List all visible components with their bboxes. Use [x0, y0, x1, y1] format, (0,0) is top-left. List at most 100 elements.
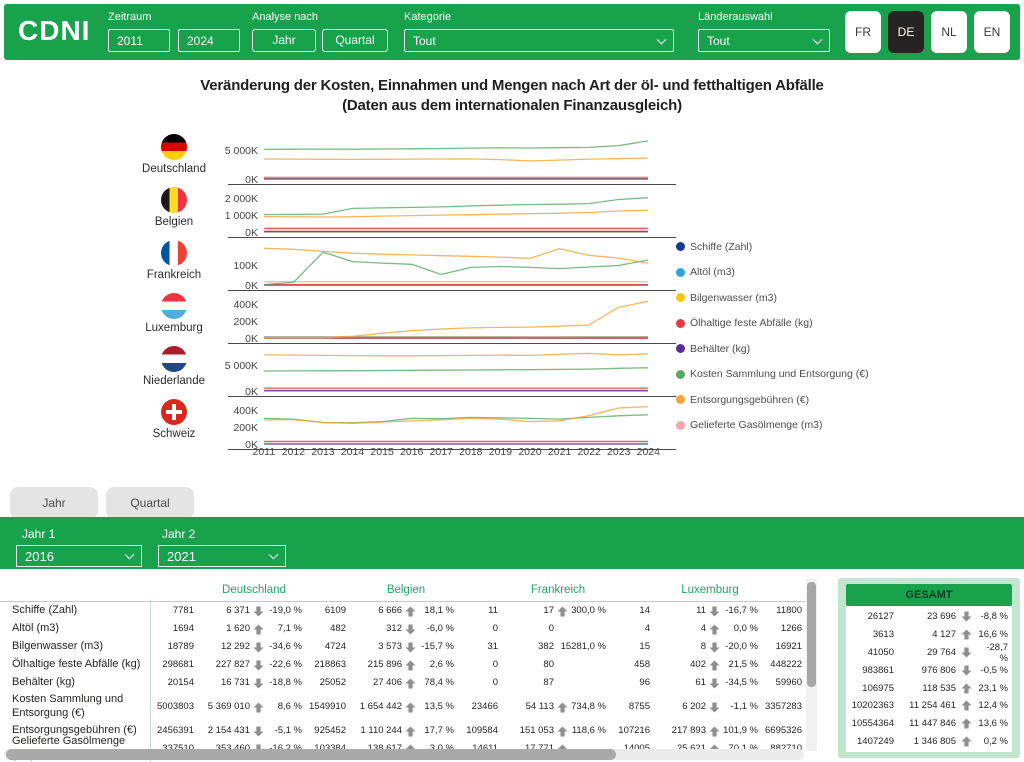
- value-2016: 31: [454, 641, 498, 653]
- jahr1-select[interactable]: 2016: [16, 545, 142, 567]
- gesamt-value-2021: 23 696: [894, 611, 956, 622]
- vertical-scrollbar-thumb[interactable]: [807, 582, 816, 687]
- chart-row-nl: Niederlande5 000K0K: [0, 344, 1024, 397]
- percent-change: 8,6 %: [266, 701, 302, 713]
- y-tick-label: 5 000K: [196, 145, 258, 157]
- jahr2-value: 2021: [167, 549, 196, 564]
- legend-dot-icon: [676, 242, 685, 251]
- trend-up-arrow-icon: [405, 606, 416, 617]
- kategorie-select[interactable]: Tout: [404, 29, 674, 52]
- legend-item[interactable]: Gelieferte Gasölmenge (m3): [676, 413, 869, 439]
- x-tick-label: 2022: [574, 446, 604, 458]
- value-2016: 107216: [606, 725, 650, 737]
- value-2016: 15: [606, 641, 650, 653]
- lang-button-en[interactable]: EN: [974, 11, 1010, 53]
- gesamt-percent-change: -0,5 %: [976, 665, 1010, 676]
- value-2021: 6 666: [346, 605, 402, 617]
- trend-up-arrow-icon: [709, 624, 720, 635]
- country-cell-group: 1180010 2: [758, 605, 806, 617]
- page-title: Veränderung der Kosten, Einnahmen und Me…: [0, 76, 1024, 115]
- zeitraum-to-input[interactable]: [178, 29, 240, 52]
- country-cell-group: 482312-6,0 %: [302, 623, 454, 635]
- legend-item[interactable]: Altöl (m3): [676, 260, 869, 286]
- analyse-quartal-button[interactable]: Quartal: [322, 29, 388, 52]
- analyse-nach-label: Analyse nach: [252, 11, 318, 23]
- chart-row-lu: Luxemburg400K200K0K: [0, 291, 1024, 344]
- tab-jahr[interactable]: Jahr: [10, 487, 98, 519]
- legend-item[interactable]: Ölhaltige feste Abfälle (kg): [676, 311, 869, 337]
- x-tick-label: 2017: [426, 446, 456, 458]
- gesamt-percent-change: 0,2 %: [976, 736, 1010, 747]
- country-cell-group: 107216217 893101,9 %: [606, 725, 758, 737]
- jahr2-select[interactable]: 2021: [158, 545, 286, 567]
- flag-be-icon: [161, 187, 187, 213]
- gesamt-percent-change: 13,6 %: [976, 718, 1010, 729]
- country-cell-group: 5996073 1: [758, 677, 806, 689]
- x-tick-label: 2020: [515, 446, 545, 458]
- analyse-jahr-button[interactable]: Jahr: [252, 29, 316, 52]
- laenderauswahl-value: Tout: [707, 34, 730, 48]
- zeitraum-from-input[interactable]: [108, 29, 170, 52]
- value-2016: 218863: [302, 659, 346, 671]
- legend-item[interactable]: Kosten Sammlung und Entsorgung (€): [676, 362, 869, 388]
- gesamt-percent-change: 23,1 %: [976, 683, 1010, 694]
- legend-item[interactable]: Behälter (kg): [676, 336, 869, 362]
- x-tick-label: 2023: [604, 446, 634, 458]
- percent-change: 118,6 %: [570, 725, 606, 737]
- row-label: Behälter (kg): [0, 676, 150, 690]
- trend-up-arrow-icon: [961, 736, 972, 747]
- lang-button-de[interactable]: DE: [888, 11, 924, 53]
- trend-down-arrow-icon: [961, 611, 972, 622]
- tab-quartal[interactable]: Quartal: [106, 487, 194, 519]
- gesamt-value-2021: 118 535: [894, 683, 956, 694]
- chart-legend: Schiffe (Zahl) Altöl (m3) Bilgenwasser (m3…: [676, 234, 869, 438]
- country-cell-group: 66953267 522 6: [758, 725, 806, 737]
- value-2021: 227 827: [194, 659, 250, 671]
- percent-change: -15,7 %: [418, 641, 454, 653]
- flag-fr-icon: [161, 240, 187, 266]
- horizontal-scrollbar-thumb[interactable]: [6, 749, 616, 760]
- value-2016: 11: [454, 605, 498, 617]
- percent-change: 17,7 %: [418, 725, 454, 737]
- country-cell-group: 47243 573-15,7 %: [302, 641, 454, 653]
- value-2016: 96: [606, 677, 650, 689]
- year-filter-bar: Jahr 1 2016 Jahr 2 2021: [0, 517, 1024, 569]
- value-2021: 61: [650, 677, 706, 689]
- mini-line-chart: [264, 238, 648, 291]
- legend-label: Bilgenwasser (m3): [690, 292, 777, 304]
- trend-up-arrow-icon: [709, 660, 720, 671]
- legend-dot-icon: [676, 344, 685, 353]
- value-2021: 402: [650, 659, 706, 671]
- laenderauswahl-select[interactable]: Tout: [698, 29, 830, 52]
- value-2016: 18789: [150, 641, 194, 653]
- chart-row-be: Belgien2 000K1 000K0K: [0, 185, 1024, 238]
- legend-label: Altöl (m3): [690, 266, 735, 278]
- percent-change: [570, 659, 606, 671]
- gesamt-percent-change: -28,7 %: [976, 642, 1010, 664]
- legend-item[interactable]: Entsorgungsgebühren (€): [676, 387, 869, 413]
- value-2021: 11: [650, 605, 706, 617]
- value-2016: 6695326: [758, 725, 802, 737]
- trend-up-arrow-icon: [961, 629, 972, 640]
- legend-item[interactable]: Schiffe (Zahl): [676, 234, 869, 260]
- kategorie-value: Tout: [413, 34, 436, 48]
- lang-button-nl[interactable]: NL: [931, 11, 967, 53]
- gesamt-rows: 2612723 696-8,8 %36134 12716,6 %4105029 …: [846, 606, 1012, 752]
- trend-up-arrow-icon: [405, 678, 416, 689]
- legend-item[interactable]: Bilgenwasser (m3): [676, 285, 869, 311]
- zeitraum-label: Zeitraum: [108, 11, 151, 23]
- gesamt-panel: GESAMT 2612723 696-8,8 %36134 12716,6 %4…: [838, 578, 1020, 758]
- country-cell-group: 9661-34,5 %: [606, 677, 758, 689]
- country-cell-group: 33572833 935 7: [758, 701, 806, 713]
- mini-line-chart: [264, 397, 648, 450]
- lang-button-fr[interactable]: FR: [845, 11, 881, 53]
- flag-de-icon: [161, 134, 187, 160]
- value-2016: 8755: [606, 701, 650, 713]
- row-label: Altöl (m3): [0, 622, 150, 636]
- value-2021: 1 110 244: [346, 725, 402, 737]
- gesamt-value-2016: 983861: [848, 665, 894, 676]
- gesamt-value-2021: 11 447 846: [894, 718, 956, 729]
- x-tick-label: 2014: [338, 446, 368, 458]
- value-2016: 25052: [302, 677, 346, 689]
- percent-change: 734,8 %: [570, 701, 606, 713]
